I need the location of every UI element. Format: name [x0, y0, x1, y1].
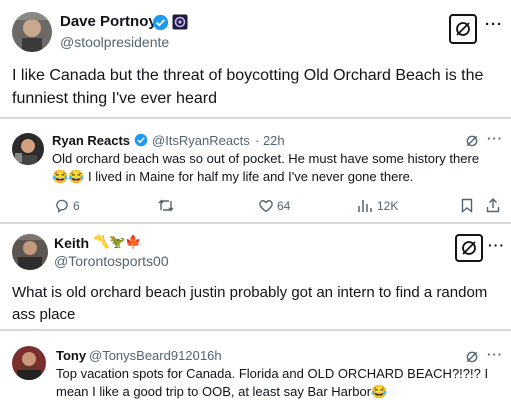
tweet-text-line-2: 😂😂 I lived in Maine for half my life and… [52, 168, 507, 186]
avatar[interactable] [12, 133, 44, 165]
tweet-text-line-2: mean I like a good trip to OOB, at least… [56, 383, 507, 401]
like-icon[interactable] [258, 198, 274, 213]
timestamp[interactable]: · 22h [255, 133, 285, 148]
display-name[interactable]: Ryan Reacts [52, 133, 130, 148]
more-options-icon[interactable]: ··· [488, 237, 505, 253]
view-count[interactable]: 12K [377, 199, 398, 213]
grok-button[interactable] [455, 234, 483, 262]
tweet-text-line: Top vacation spots for Canada. Florida a… [56, 366, 489, 381]
views-icon[interactable] [357, 198, 372, 213]
more-options-icon[interactable]: ··· [487, 131, 503, 146]
timestamp[interactable]: · 16h [192, 348, 222, 363]
share-icon[interactable] [486, 197, 500, 213]
handle[interactable]: @stoolpresidente [60, 34, 169, 50]
tweet-text: I like Canada but the threat of boycotti… [12, 64, 507, 110]
retweet-icon[interactable] [157, 198, 175, 213]
tweet-card-keith[interactable]: Keith 〽️🦖🍁 @Torontosports00 ··· What is … [0, 224, 511, 329]
avatar[interactable] [12, 12, 52, 52]
handle[interactable]: @TonysBeard9120 [89, 348, 200, 363]
grok-icon [462, 241, 476, 255]
tweet-text: Top vacation spots for Canada. Florida a… [56, 365, 507, 401]
like-count[interactable]: 64 [277, 199, 290, 213]
tweet-text-line: What is old orchard beach justin probabl… [12, 284, 488, 301]
avatar[interactable] [12, 234, 48, 270]
verified-badge-icon [134, 133, 148, 147]
display-name[interactable]: Tony [56, 348, 86, 363]
avatar[interactable] [12, 346, 46, 380]
tweet-card-portnoy[interactable]: Dave Portnoy @stoolpresidente ··· I like… [0, 0, 511, 117]
tweet-text: Old orchard beach was so out of pocket. … [52, 150, 507, 186]
grok-icon[interactable] [465, 350, 479, 364]
tweet-text-line: Old orchard beach was so out of pocket. … [52, 151, 480, 166]
display-name[interactable]: Dave Portnoy [60, 13, 157, 30]
tweet-card-tony[interactable]: Tony @TonysBeard9120 · 16h ··· Top vacat… [0, 331, 511, 414]
more-options-icon[interactable]: ··· [485, 16, 503, 33]
tweet-text-line: ass place [12, 306, 76, 323]
tweet-card-ryan[interactable]: Ryan Reacts @ItsRyanReacts · 22h ··· Old… [0, 119, 511, 222]
grok-icon [456, 22, 470, 36]
tweet-text-segment: I lived in Maine for half my life and I'… [88, 169, 414, 184]
tweet-text-line: I like Canada but the threat of boycotti… [12, 67, 484, 84]
affiliate-badge-icon [172, 14, 188, 30]
grok-button[interactable] [449, 14, 477, 44]
verified-badge-icon [152, 14, 169, 31]
name-emojis: 〽️🦖🍁 [93, 234, 142, 249]
handle[interactable]: @Torontosports00 [54, 253, 169, 269]
tweet-text-line: funniest thing I've ever heard [12, 90, 217, 107]
more-options-icon[interactable]: ··· [487, 347, 503, 362]
handle[interactable]: @ItsRyanReacts [152, 133, 250, 148]
tweet-text-segment: mean I like a good trip to OOB, at least… [56, 384, 372, 399]
laughing-emoji: 😂 [371, 384, 388, 399]
laughing-emoji: 😂😂 [52, 169, 85, 184]
bookmark-icon[interactable] [461, 198, 473, 213]
grok-icon[interactable] [465, 134, 479, 148]
display-name[interactable]: Keith [54, 235, 89, 251]
tweet-text: What is old orchard beach justin probabl… [12, 282, 507, 326]
reply-icon[interactable] [54, 198, 69, 213]
reply-count[interactable]: 6 [73, 199, 80, 213]
